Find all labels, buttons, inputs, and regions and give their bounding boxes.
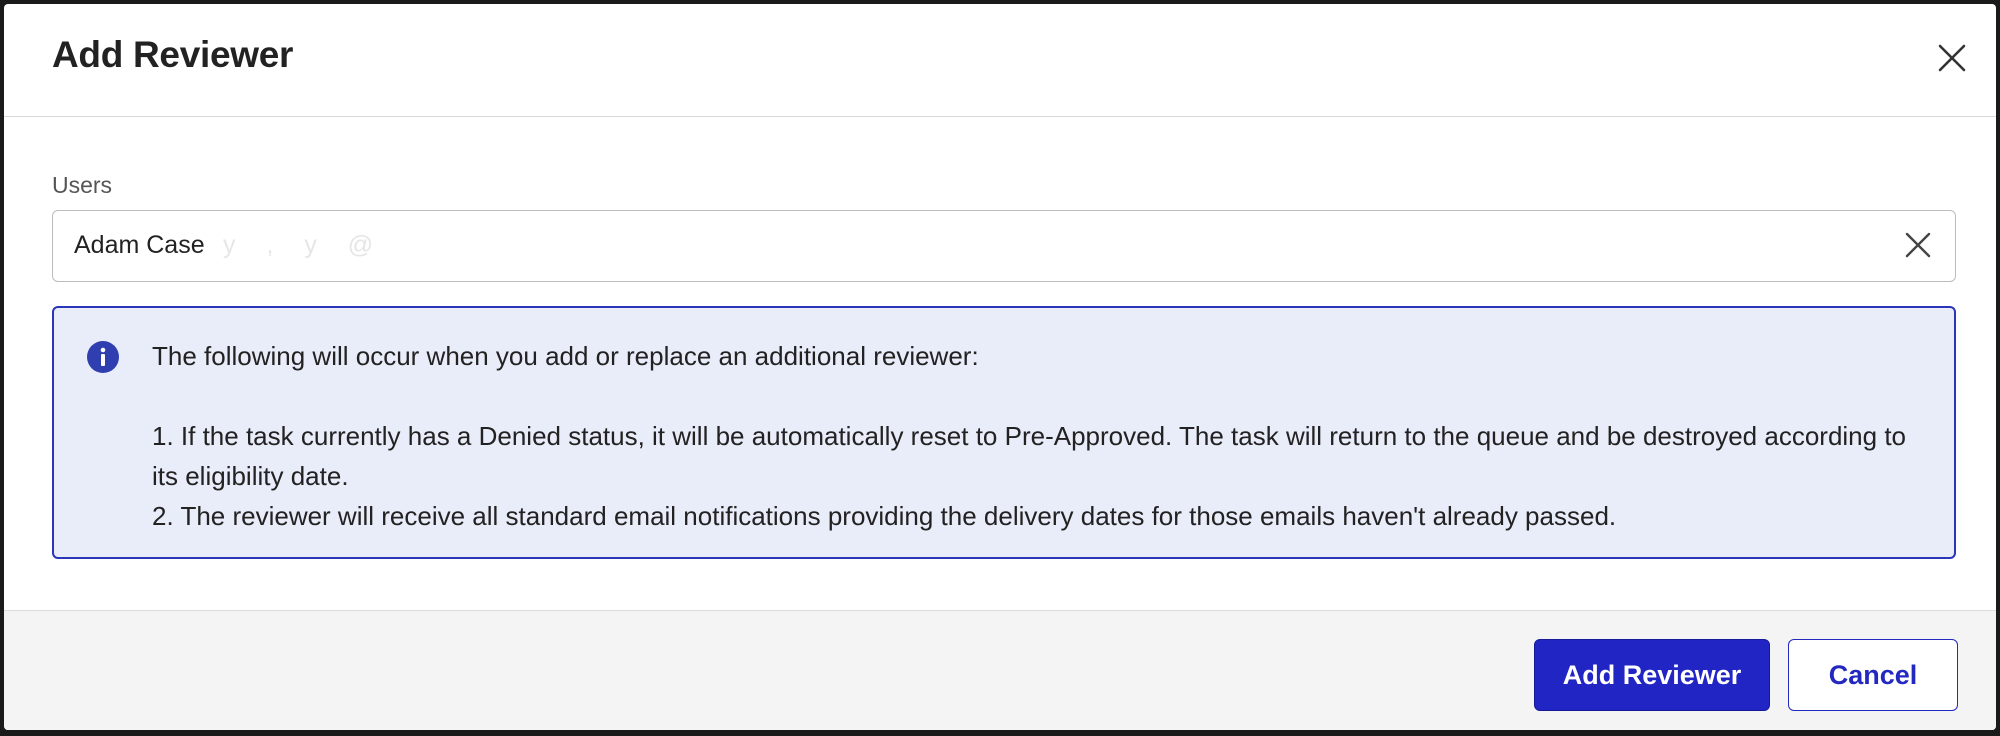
users-input-faint-text: y , y @ xyxy=(223,231,386,259)
users-input[interactable]: Adam Case y , y @ xyxy=(52,210,1956,282)
users-label: Users xyxy=(52,172,113,198)
dialog-title: Add Reviewer xyxy=(52,34,294,75)
dialog-footer: Add Reviewer Cancel xyxy=(4,610,1996,730)
info-alert: The following will occur when you add or… xyxy=(52,306,1956,559)
cancel-button[interactable]: Cancel xyxy=(1788,639,1958,711)
clear-x-icon[interactable] xyxy=(1901,228,1935,262)
info-message: The following will occur when you add or… xyxy=(152,336,1922,536)
add-reviewer-button[interactable]: Add Reviewer xyxy=(1534,639,1770,711)
users-input-value: Adam Case xyxy=(74,231,205,259)
info-item-1: 1. If the task currently has a Denied st… xyxy=(152,421,1907,491)
add-reviewer-dialog: Add Reviewer Users Adam Case y , y @ The… xyxy=(4,4,1996,730)
info-item-2: 2. The reviewer will receive all standar… xyxy=(152,501,1617,531)
dialog-header: Add Reviewer xyxy=(4,4,1996,117)
info-icon xyxy=(86,340,120,374)
info-intro: The following will occur when you add or… xyxy=(152,341,979,371)
close-icon[interactable] xyxy=(1934,40,1970,76)
